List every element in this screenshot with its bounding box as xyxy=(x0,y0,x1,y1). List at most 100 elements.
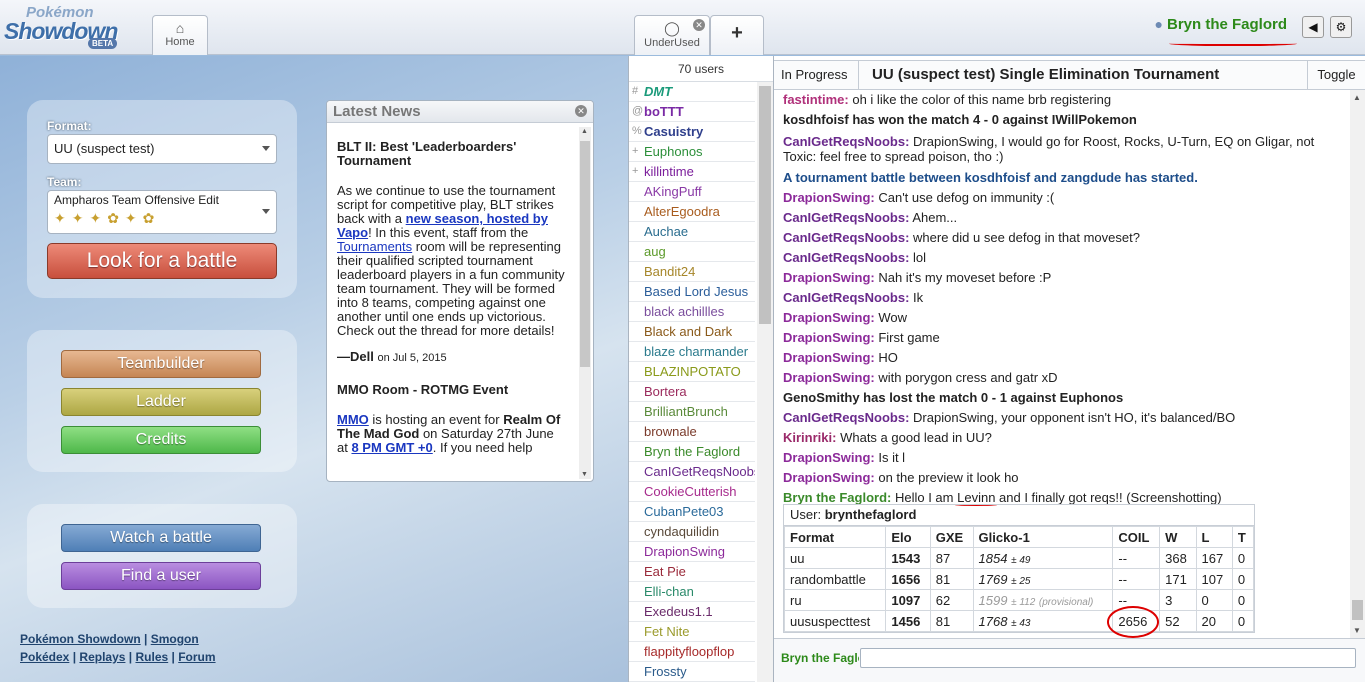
toggle-button[interactable]: Toggle xyxy=(1307,61,1365,89)
chat-username[interactable]: DrapionSwing: xyxy=(783,370,875,385)
format-select[interactable]: UU (suspect test) xyxy=(47,134,277,164)
chat-username[interactable]: fastintime: xyxy=(783,92,849,107)
ties-cell: 0 xyxy=(1231,610,1255,632)
news-text: room will be representing their qualifie… xyxy=(337,239,565,338)
user-ladder-table: User: brynthefaglord Format Elo GXE Glicko-… xyxy=(783,504,1255,639)
link-pokedex[interactable]: Pokédex xyxy=(20,650,69,664)
chat-username[interactable]: DrapionSwing: xyxy=(783,450,875,465)
user-list-item[interactable]: @ boTTT xyxy=(629,102,755,122)
chat-username[interactable]: CanIGetReqsNoobs: xyxy=(783,230,909,245)
link-pokemon-showdown[interactable]: Pokémon Showdown xyxy=(20,632,141,646)
user-list-item[interactable]: Auchae xyxy=(629,222,755,242)
scroll-down-icon[interactable]: ▼ xyxy=(1353,626,1361,635)
watch-battle-button[interactable]: Watch a battle xyxy=(61,524,261,552)
user-list-item[interactable]: + Euphonos xyxy=(629,142,755,162)
scrollbar-thumb[interactable] xyxy=(580,141,590,367)
link-rules[interactable]: Rules xyxy=(135,650,168,664)
chat-username[interactable]: DrapionSwing: xyxy=(783,350,875,365)
user-list-item[interactable]: Bandit24 xyxy=(629,262,755,282)
chat-username[interactable]: DrapionSwing: xyxy=(783,330,875,345)
table-header-row: Format Elo GXE Glicko-1 COIL W L T xyxy=(783,526,1255,548)
close-icon[interactable]: ✕ xyxy=(693,19,705,31)
sound-button[interactable]: ◀ xyxy=(1302,16,1324,38)
user-list-item[interactable]: cyndaquilidin xyxy=(629,522,755,542)
user-list-item[interactable]: Eat Pie xyxy=(629,562,755,582)
chat-username[interactable]: CanIGetReqsNoobs: xyxy=(783,210,909,225)
news-scrollbar[interactable]: ▲ ▼ xyxy=(579,127,591,479)
user-list-item[interactable]: BLAZINPOTATO xyxy=(629,362,755,382)
user-list-item[interactable]: AKingPuff xyxy=(629,182,755,202)
credits-button[interactable]: Credits xyxy=(61,426,261,454)
user-list-item[interactable]: Black and Dark xyxy=(629,322,755,342)
chat-username[interactable]: CanIGetReqsNoobs: xyxy=(783,290,909,305)
user-list-item[interactable]: DrapionSwing xyxy=(629,542,755,562)
link-forum[interactable]: Forum xyxy=(178,650,215,664)
close-icon[interactable]: ✕ xyxy=(575,105,587,117)
tab-home[interactable]: ⌂ Home xyxy=(152,15,208,55)
user-list-item[interactable]: Bortera xyxy=(629,382,755,402)
user-list-item[interactable]: BrilliantBrunch xyxy=(629,402,755,422)
user-list-item[interactable]: blaze charmander xyxy=(629,342,755,362)
scrollbar-thumb[interactable] xyxy=(1352,600,1363,620)
news-link[interactable]: MMO xyxy=(337,412,369,427)
showdown-logo[interactable]: Pokémon Showdown BETA xyxy=(4,4,149,50)
ladder-button[interactable]: Ladder xyxy=(61,388,261,416)
teambuilder-button[interactable]: Teambuilder xyxy=(61,350,261,378)
user-list-item[interactable]: brownale xyxy=(629,422,755,442)
find-user-button[interactable]: Find a user xyxy=(61,562,261,590)
chat-username[interactable]: CanIGetReqsNoobs: xyxy=(783,250,909,265)
chat-username[interactable]: DrapionSwing: xyxy=(783,310,875,325)
user-list-item[interactable]: CubanPete03 xyxy=(629,502,755,522)
gear-icon: ⚙ xyxy=(1335,20,1347,34)
chat-username[interactable]: CanIGetReqsNoobs: xyxy=(783,410,909,425)
user-list-item[interactable]: CookieCutterish xyxy=(629,482,755,502)
user-list-item[interactable]: CanIGetReqsNoobs xyxy=(629,462,755,482)
user-list-item[interactable]: Based Lord Jesus xyxy=(629,282,755,302)
settings-button[interactable]: ⚙ xyxy=(1330,16,1352,38)
link-smogon[interactable]: Smogon xyxy=(151,632,199,646)
user-list-item[interactable]: Frossty xyxy=(629,662,755,682)
chat-text: Whats a good lead in UU? xyxy=(840,430,992,445)
user-list-item[interactable]: Elli-chan xyxy=(629,582,755,602)
user-list-item[interactable]: flappityfloopflop xyxy=(629,642,755,662)
user-list-item[interactable]: AlterEgoodra xyxy=(629,202,755,222)
user-list-item[interactable]: Fet Nite xyxy=(629,622,755,642)
user-list-name: blaze charmander xyxy=(644,344,749,359)
user-list-item[interactable]: Bryn the Faglord xyxy=(629,442,755,462)
chat-username[interactable]: DrapionSwing: xyxy=(783,190,875,205)
user-list-item[interactable]: # DMT xyxy=(629,82,755,102)
chat-username[interactable]: DrapionSwing: xyxy=(783,470,875,485)
chat-username[interactable]: DrapionSwing: xyxy=(783,270,875,285)
chat-username[interactable]: CanIGetReqsNoobs: xyxy=(783,134,909,149)
scroll-down-icon[interactable]: ▼ xyxy=(581,471,588,478)
user-list-item[interactable]: Exedeus1.1 xyxy=(629,602,755,622)
battle-menu-group: Format: UU (suspect test) Team: Ampharos… xyxy=(27,100,297,298)
user-list-item[interactable]: % Casuistry xyxy=(629,122,755,142)
user-list-name: Casuistry xyxy=(644,124,704,139)
user-list-item[interactable]: + killintime xyxy=(629,162,755,182)
scroll-up-icon[interactable]: ▲ xyxy=(1353,93,1361,102)
chat-input[interactable] xyxy=(860,648,1356,668)
link-replays[interactable]: Replays xyxy=(79,650,125,664)
news-link[interactable]: 8 PM GMT +0 xyxy=(351,440,432,455)
scrollbar-thumb[interactable] xyxy=(759,86,771,324)
chat-username[interactable]: Kirinriki: xyxy=(783,430,836,445)
news-link[interactable]: Tournaments xyxy=(337,239,412,254)
glicko-rating: 1768 xyxy=(978,613,1008,629)
chat-username[interactable]: Bryn the Faglord: xyxy=(783,490,891,505)
user-list-name: Euphonos xyxy=(644,144,703,159)
team-select[interactable]: Ampharos Team Offensive Edit ✦✦✦✿✦✿ xyxy=(47,190,277,234)
user-list-scrollbar[interactable] xyxy=(757,82,773,682)
chat-text: Wow xyxy=(878,310,907,325)
tab-new[interactable]: + xyxy=(710,15,764,55)
user-list-item[interactable]: black achillles xyxy=(629,302,755,322)
home-icon: ⌂ xyxy=(175,20,185,36)
scroll-up-icon[interactable]: ▲ xyxy=(581,128,588,135)
look-for-battle-button[interactable]: Look for a battle xyxy=(47,243,277,279)
tab-underused[interactable]: ◯ UnderUsed ✕ xyxy=(634,15,710,55)
chat-scrollbar[interactable]: ▲ ▼ xyxy=(1350,90,1365,638)
user-list-name: cyndaquilidin xyxy=(644,524,720,539)
user-list-item[interactable]: aug xyxy=(629,242,755,262)
losses-cell: 20 xyxy=(1195,610,1233,632)
user-name-button[interactable]: ● Bryn the Faglord xyxy=(1155,16,1297,46)
